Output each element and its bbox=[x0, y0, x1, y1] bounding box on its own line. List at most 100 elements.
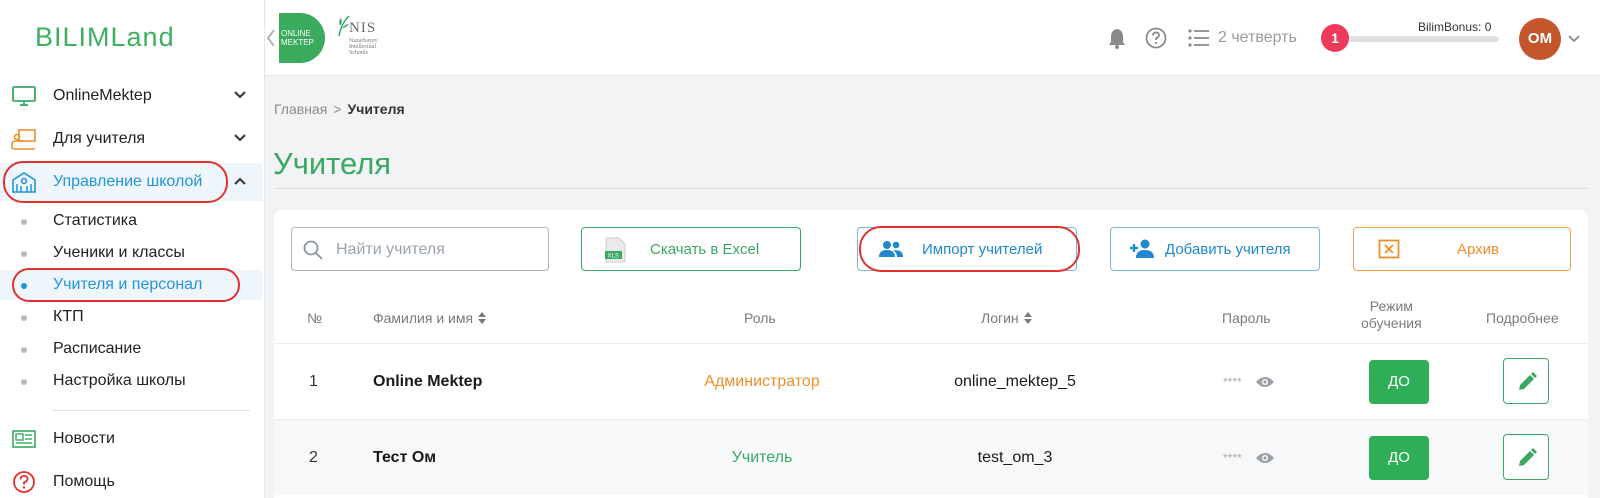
avatar[interactable]: OM bbox=[1519, 18, 1561, 60]
top-header: ONLINE MEKTEP NIS Nazarbayev Intellectua… bbox=[265, 0, 1600, 76]
breadcrumb: Главная > Учителя bbox=[274, 101, 405, 117]
archive-button[interactable]: Архив bbox=[1353, 227, 1571, 271]
bullet-icon bbox=[21, 315, 27, 321]
sidebar-item-label: Управление школой bbox=[53, 173, 203, 190]
sidebar-subitem-students-classes[interactable]: Ученики и классы bbox=[0, 238, 262, 268]
learning-mode-button[interactable]: ДО bbox=[1369, 360, 1429, 404]
breadcrumb-home[interactable]: Главная bbox=[274, 101, 327, 117]
column-header-name[interactable]: Фамилия и имя bbox=[373, 310, 487, 326]
search-icon bbox=[303, 240, 323, 260]
sidebar-subitem-label: Статистика bbox=[53, 212, 138, 229]
bilimbonus-progress bbox=[1345, 36, 1499, 42]
chevron-down-icon bbox=[234, 134, 246, 142]
add-teacher-label: Добавить учителя bbox=[1165, 241, 1291, 258]
sidebar-item-label: Для учителя bbox=[53, 130, 146, 147]
help-icon bbox=[13, 471, 35, 493]
nis-logo: NIS Nazarbayev Intellectual Schools bbox=[337, 14, 389, 64]
eye-icon[interactable] bbox=[1255, 451, 1275, 465]
bullet-icon bbox=[21, 283, 27, 289]
monitor-icon bbox=[12, 86, 36, 106]
teacher-password: **** bbox=[1223, 451, 1242, 465]
sidebar-subitem-school-settings[interactable]: Настройка школы bbox=[0, 366, 262, 396]
teacher-role: Учитель bbox=[731, 449, 793, 466]
search-box[interactable] bbox=[291, 227, 549, 271]
sidebar-item-news[interactable]: Новости bbox=[0, 420, 262, 458]
sidebar-divider bbox=[53, 410, 250, 411]
bilimbonus-label: BilimBonus: 0 bbox=[1418, 20, 1492, 34]
breadcrumb-current: Учителя bbox=[347, 101, 405, 117]
sidebar-subitem-teachers-staff[interactable]: Учителя и персонал bbox=[0, 270, 262, 300]
bullet-icon bbox=[21, 219, 27, 225]
download-excel-label: Скачать в Excel bbox=[650, 241, 760, 258]
row-number: 1 bbox=[309, 373, 318, 390]
teacher-name: Тест Ом bbox=[373, 449, 437, 466]
teacher-board-icon bbox=[11, 129, 36, 150]
column-header-details: Подробнее bbox=[1486, 310, 1559, 326]
eye-icon[interactable] bbox=[1255, 375, 1275, 389]
sidebar-subitem-statistics[interactable]: Статистика bbox=[0, 206, 262, 236]
chevron-down-icon[interactable] bbox=[1567, 32, 1581, 46]
quarter-selector[interactable]: 2 четверть bbox=[1218, 29, 1297, 47]
bell-icon[interactable] bbox=[1108, 27, 1126, 49]
sidebar-subitem-label: КТП bbox=[53, 308, 84, 325]
chevron-up-icon bbox=[234, 177, 246, 185]
table-row: 2 Тест Ом Учитель test_om_3 **** ДО bbox=[274, 419, 1588, 495]
column-header-login[interactable]: Логин bbox=[981, 310, 1032, 326]
learning-mode-button[interactable]: ДО bbox=[1369, 436, 1429, 480]
sidebar-item-for-teacher[interactable]: Для учителя bbox=[0, 120, 262, 158]
sidebar-subitem-label: Ученики и классы bbox=[53, 244, 185, 261]
download-excel-button[interactable]: XLS Скачать в Excel bbox=[581, 227, 801, 271]
chevron-down-icon bbox=[234, 91, 246, 99]
sidebar-subitem-schedule[interactable]: Расписание bbox=[0, 334, 262, 364]
search-input[interactable] bbox=[336, 239, 536, 261]
row-number: 2 bbox=[309, 449, 318, 466]
sidebar-item-label: Новости bbox=[53, 430, 115, 447]
bullet-icon bbox=[21, 251, 27, 257]
help-circle-icon[interactable] bbox=[1145, 27, 1167, 49]
onlinemektep-logo[interactable]: ONLINE MEKTEP bbox=[279, 13, 325, 63]
table-row: 1 Online Mektep Администратор online_mek… bbox=[274, 343, 1588, 419]
chevron-left-icon[interactable] bbox=[265, 28, 277, 48]
title-divider bbox=[274, 188, 1588, 189]
sidebar-item-help[interactable]: Помощь bbox=[0, 463, 262, 498]
pencil-icon bbox=[1519, 372, 1537, 390]
sidebar-item-label: Помощь bbox=[53, 473, 115, 490]
edit-button[interactable] bbox=[1503, 434, 1549, 480]
news-icon bbox=[12, 430, 36, 448]
users-icon bbox=[879, 241, 903, 257]
school-building-icon bbox=[12, 172, 36, 193]
column-header-mode: Режим обучения bbox=[1361, 298, 1422, 331]
sidebar-subitem-label: Настройка школы bbox=[53, 372, 186, 389]
sidebar-subitem-ktp[interactable]: КТП bbox=[0, 302, 262, 332]
page-title: Учителя bbox=[273, 146, 392, 181]
bilimland-logo[interactable]: BILIMLand bbox=[35, 22, 175, 53]
bilimbonus-badge: 1 bbox=[1321, 24, 1349, 52]
breadcrumb-separator: > bbox=[333, 101, 342, 117]
column-header-num: № bbox=[307, 310, 323, 326]
archive-box-icon bbox=[1378, 239, 1400, 259]
teacher-password: **** bbox=[1223, 375, 1242, 389]
pencil-icon bbox=[1519, 448, 1537, 466]
sidebar-item-school-management[interactable]: Управление школой bbox=[0, 163, 262, 201]
edit-button[interactable] bbox=[1503, 358, 1549, 404]
column-header-role: Роль bbox=[744, 310, 776, 326]
import-teachers-label: Импорт учителей bbox=[922, 241, 1043, 258]
teacher-name: Online Mektep bbox=[373, 373, 483, 390]
sidebar-subitem-label: Расписание bbox=[53, 340, 142, 357]
svg-text:XLS: XLS bbox=[608, 254, 619, 260]
teacher-login: test_om_3 bbox=[977, 449, 1053, 466]
sidebar-subitem-label: Учителя и персонал bbox=[53, 276, 203, 293]
bullet-icon bbox=[21, 347, 27, 353]
add-teacher-button[interactable]: Добавить учителя bbox=[1110, 227, 1320, 271]
sidebar-item-onlinemektep[interactable]: OnlineMektep bbox=[0, 77, 262, 115]
sidebar-item-label: OnlineMektep bbox=[53, 87, 152, 104]
column-header-password: Пароль bbox=[1222, 310, 1271, 326]
list-icon[interactable] bbox=[1188, 29, 1210, 47]
teacher-login: online_mektep_5 bbox=[954, 373, 1076, 390]
archive-label: Архив bbox=[1457, 241, 1500, 258]
add-user-icon bbox=[1130, 239, 1154, 258]
sidebar: BILIMLand OnlineMektep Для учителя Управ… bbox=[0, 0, 265, 498]
import-teachers-button[interactable]: Импорт учителей bbox=[857, 227, 1077, 271]
sort-icon bbox=[1023, 312, 1032, 324]
teacher-role: Администратор bbox=[704, 373, 820, 390]
